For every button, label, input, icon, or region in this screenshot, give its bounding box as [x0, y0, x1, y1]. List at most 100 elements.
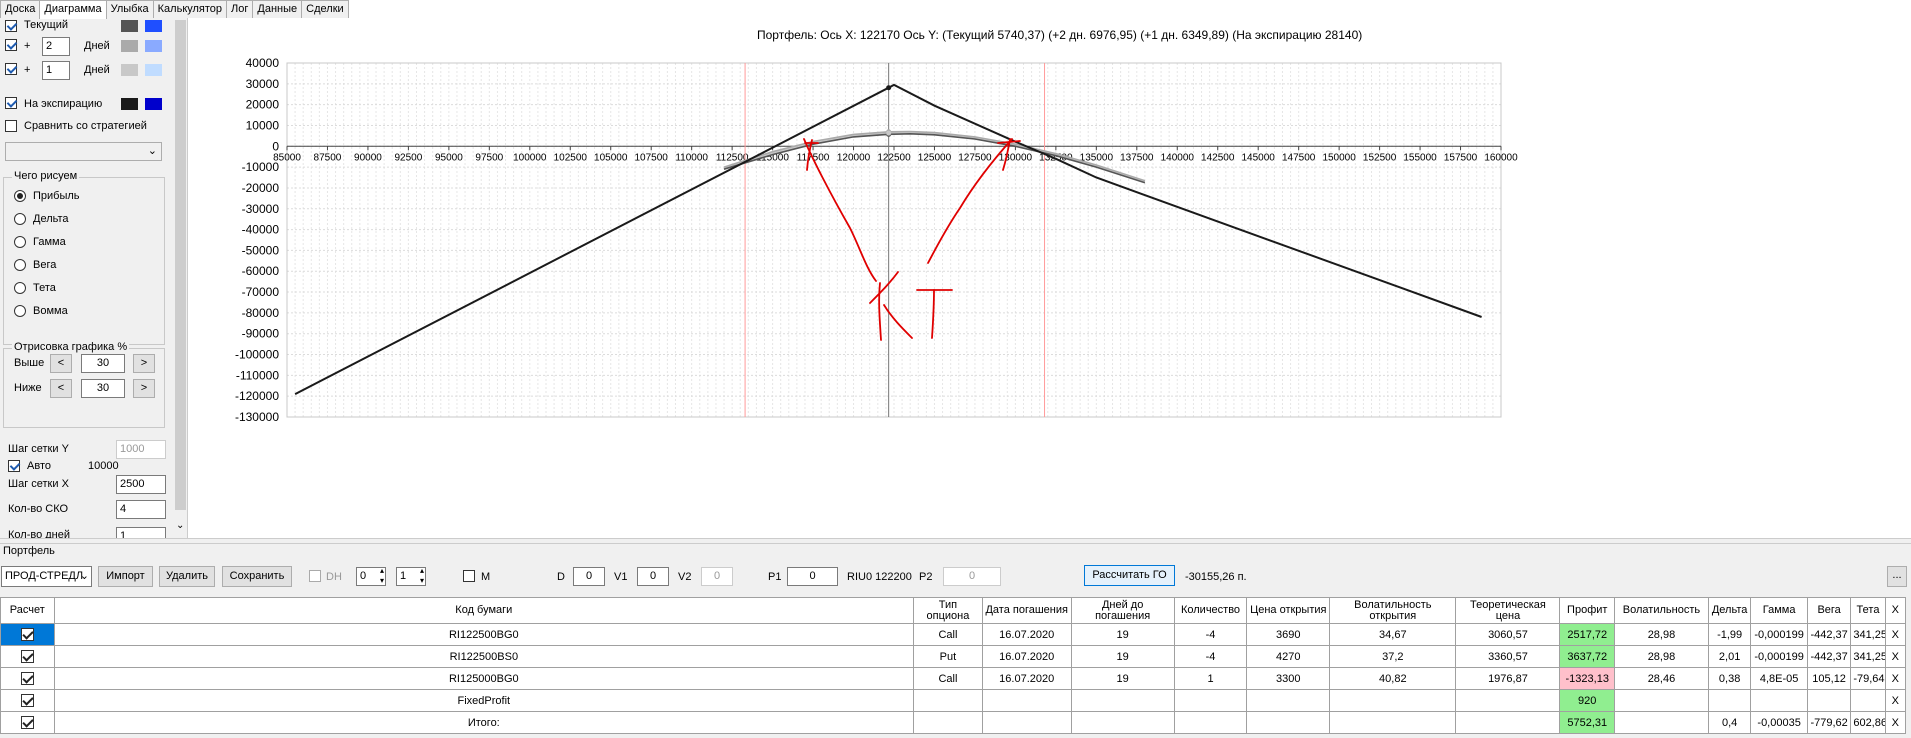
- d1-color-2[interactable]: [145, 64, 162, 76]
- expiry-color-2[interactable]: [145, 98, 162, 110]
- column-header[interactable]: Расчет: [0, 597, 55, 624]
- radio-theta[interactable]: [14, 282, 26, 294]
- column-header[interactable]: Тип опциона: [913, 597, 983, 624]
- calc-checkbox-cell[interactable]: [0, 689, 55, 712]
- column-header[interactable]: Гамма: [1750, 597, 1808, 624]
- d2-color-1[interactable]: [121, 40, 138, 52]
- days-count-input[interactable]: 1: [116, 527, 166, 538]
- v1-input[interactable]: 0: [637, 567, 669, 586]
- save-button[interactable]: Сохранить: [222, 566, 292, 587]
- tab-calculator[interactable]: Калькулятор: [152, 0, 228, 18]
- v2-input[interactable]: 0: [701, 567, 733, 586]
- tab-log[interactable]: Лог: [226, 0, 254, 18]
- column-header[interactable]: Код бумаги: [53, 597, 915, 624]
- row-delete-cell[interactable]: X: [1884, 711, 1907, 734]
- row-calc-checkbox[interactable]: [20, 672, 34, 685]
- x-tick-label: 145000: [1242, 152, 1276, 163]
- calc-checkbox-cell[interactable]: [0, 711, 55, 734]
- expiry-checkbox[interactable]: [5, 97, 17, 109]
- column-header[interactable]: Дата погашения: [981, 597, 1072, 624]
- column-header[interactable]: Волатильность открытия: [1329, 597, 1457, 624]
- radio-profit[interactable]: [14, 190, 26, 202]
- current-checkbox[interactable]: [5, 20, 17, 32]
- row-delete-cell[interactable]: X: [1884, 623, 1907, 646]
- y-step-input[interactable]: 1000: [116, 440, 166, 459]
- table-row[interactable]: RI122500BS0 Put 16.07.2020 19 -4 4270 37,2 3360…: [0, 645, 1907, 668]
- column-header[interactable]: Волатильность: [1614, 597, 1709, 624]
- tab-data[interactable]: Данные: [252, 0, 303, 18]
- calc-go-button[interactable]: Рассчитать ГО: [1084, 565, 1175, 586]
- calc-checkbox-cell[interactable]: [0, 667, 55, 690]
- plus2-checkbox[interactable]: [5, 39, 17, 51]
- below-increase-button[interactable]: >: [133, 379, 155, 398]
- auto-checkbox[interactable]: [8, 460, 20, 472]
- column-header[interactable]: Количество: [1173, 597, 1248, 624]
- below-input[interactable]: 30: [81, 379, 125, 398]
- strategy-select[interactable]: ⌄: [5, 142, 162, 161]
- column-header[interactable]: Вега: [1806, 597, 1852, 624]
- above-increase-button[interactable]: >: [133, 354, 155, 373]
- current-color-2[interactable]: [145, 20, 162, 32]
- spinner-arrows-icon[interactable]: ▴ ▾: [380, 566, 384, 586]
- m-checkbox[interactable]: [463, 570, 475, 582]
- tab-board[interactable]: Доска: [0, 0, 41, 18]
- import-button[interactable]: Импорт: [98, 566, 153, 587]
- days-2-input[interactable]: 2: [42, 37, 70, 56]
- sko-input[interactable]: 4: [116, 500, 166, 519]
- delete-button[interactable]: Удалить: [159, 566, 215, 587]
- scrollbar-thumb[interactable]: [175, 20, 186, 510]
- row-calc-checkbox[interactable]: [20, 628, 34, 641]
- calc-checkbox-cell[interactable]: [0, 623, 55, 646]
- scroll-down-icon[interactable]: ⌄: [176, 520, 184, 531]
- tab-deals[interactable]: Сделки: [301, 0, 349, 18]
- d1-color-1[interactable]: [121, 64, 138, 76]
- table-row[interactable]: FixedProfit 920 X: [0, 689, 1907, 712]
- row-delete-cell[interactable]: X: [1884, 689, 1907, 712]
- spin-2[interactable]: 1 ▴ ▾: [396, 566, 426, 586]
- p1-input[interactable]: 0: [787, 567, 838, 586]
- d2-color-2[interactable]: [145, 40, 162, 52]
- column-header[interactable]: Теоретическая цена: [1455, 597, 1561, 624]
- calc-checkbox-cell[interactable]: [0, 645, 55, 668]
- table-row[interactable]: RI122500BG0 Call 16.07.2020 19 -4 3690 34,67 30…: [0, 623, 1907, 646]
- table-row[interactable]: Итого: 5752,31 0,4 -0,00035 -779,62 602,86 X: [0, 711, 1907, 734]
- column-header[interactable]: Дельта: [1707, 597, 1752, 624]
- column-header[interactable]: Дней до погашения: [1070, 597, 1175, 624]
- radio-vomma[interactable]: [14, 305, 26, 317]
- dh-checkbox[interactable]: [309, 570, 321, 582]
- plus1-checkbox[interactable]: [5, 63, 17, 75]
- days-1-input[interactable]: 1: [42, 61, 70, 80]
- tab-diagram[interactable]: Диаграмма: [39, 0, 107, 19]
- compare-checkbox[interactable]: [5, 120, 17, 132]
- y-tick-label: -30000: [242, 202, 280, 216]
- radio-vega[interactable]: [14, 259, 26, 271]
- current-color-1[interactable]: [121, 20, 138, 32]
- p2-input[interactable]: 0: [943, 567, 1001, 586]
- row-delete-cell[interactable]: X: [1884, 667, 1907, 690]
- d-input[interactable]: 0: [573, 567, 605, 586]
- row-delete-cell[interactable]: X: [1884, 645, 1907, 668]
- row-calc-checkbox[interactable]: [20, 650, 34, 663]
- column-header[interactable]: Профит: [1559, 597, 1615, 624]
- x-step-input[interactable]: 2500: [116, 475, 166, 494]
- strategy-combo[interactable]: ПРОД-СТРЕДЛ ⌄: [1, 566, 92, 587]
- column-header[interactable]: Цена открытия: [1246, 597, 1331, 624]
- left-panel-scrollbar[interactable]: ⌄: [173, 18, 187, 538]
- row-calc-checkbox[interactable]: [20, 694, 34, 707]
- above-input[interactable]: 30: [81, 354, 125, 373]
- spinner-arrows-icon[interactable]: ▴ ▾: [420, 566, 424, 586]
- above-decrease-button[interactable]: <: [50, 354, 72, 373]
- payoff-chart[interactable]: Портфель: Ось X: 122170 Ось Y: (Текущий …: [190, 18, 1911, 538]
- row-calc-checkbox[interactable]: [20, 716, 34, 729]
- table-cell: 341,25: [1850, 645, 1886, 668]
- expiry-color-1[interactable]: [121, 98, 138, 110]
- column-header[interactable]: X: [1884, 597, 1907, 624]
- radio-gamma[interactable]: [14, 236, 26, 248]
- more-button[interactable]: ...: [1887, 566, 1907, 587]
- table-row[interactable]: RI125000BG0 Call 16.07.2020 19 1 3300 40,82 197…: [0, 667, 1907, 690]
- below-decrease-button[interactable]: <: [50, 379, 72, 398]
- tab-smile[interactable]: Улыбка: [105, 0, 154, 18]
- column-header[interactable]: Тета: [1850, 597, 1886, 624]
- radio-delta[interactable]: [14, 213, 26, 225]
- spin-1[interactable]: 0 ▴ ▾: [356, 566, 386, 586]
